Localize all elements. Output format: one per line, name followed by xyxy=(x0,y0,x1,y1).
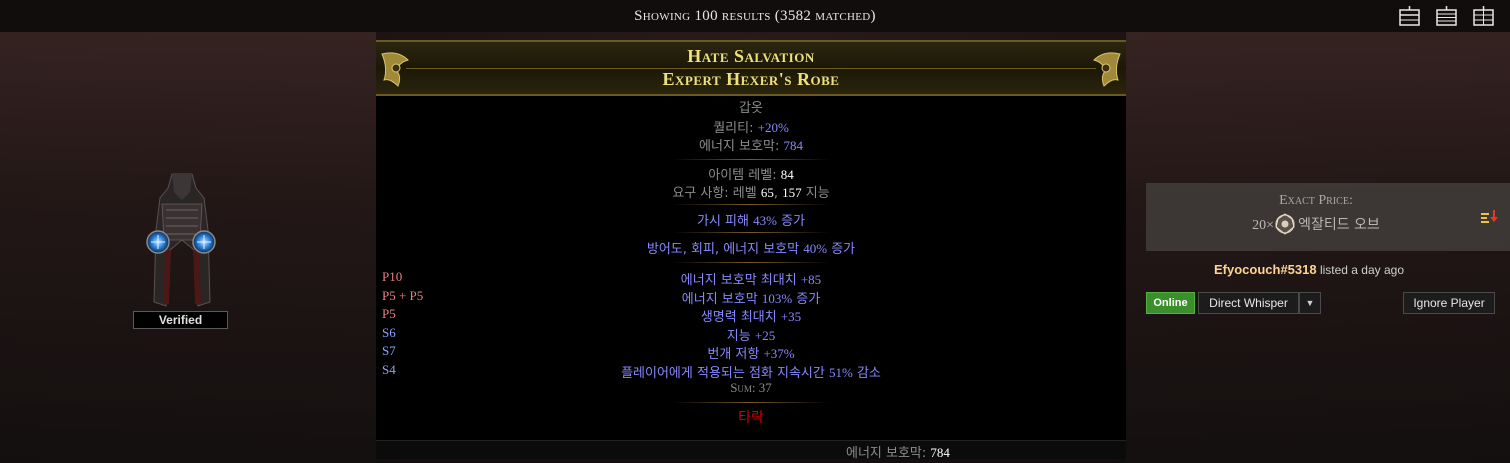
online-status-badge: Online xyxy=(1146,292,1195,314)
item-footer: 에너지 보호막: 784 xyxy=(376,440,1126,461)
implicit-mod: 가시 피해 43% 증가 xyxy=(696,213,805,229)
verified-badge: Verified xyxy=(133,311,228,329)
layout-columns-icon[interactable] xyxy=(1473,6,1494,26)
explicit-mod: 생명력 최대치 +35 xyxy=(700,309,802,325)
energy-shield-line: 에너지 보호막: 784 xyxy=(699,138,803,154)
price-box: Exact Price: 20× 엑잘티드 오브 xyxy=(1146,183,1510,251)
whisper-options-dropdown[interactable]: ▼ xyxy=(1299,292,1321,314)
results-count: Showing 100 results (3582 matched) xyxy=(634,7,876,24)
price-currency: 엑잘티드 오브 xyxy=(1298,217,1380,233)
item-level-value: 84 xyxy=(780,167,794,182)
req-level-value: 65 xyxy=(760,185,774,200)
item-level-line: 아이템 레벨: 84 xyxy=(708,167,794,183)
explicit-mod: 번개 저항 +37% xyxy=(707,346,795,362)
price-amount: 20× xyxy=(1252,218,1275,233)
explicit-mod: 지능 +25 xyxy=(726,327,776,344)
item-tooltip: Hate Salvation Expert Hexer's Robe 갑옷 퀄리… xyxy=(376,40,1126,461)
separator xyxy=(672,159,830,160)
explicit-mod: 에너지 보호막 103% 증가 xyxy=(681,290,821,307)
separator xyxy=(672,204,830,205)
req-int-value: 157 xyxy=(782,185,802,200)
separator xyxy=(672,232,830,233)
item-base-type: Expert Hexer's Robe xyxy=(662,69,840,89)
direct-whisper-button[interactable]: Direct Whisper xyxy=(1198,292,1299,314)
item-name: Hate Salvation xyxy=(687,46,815,66)
energy-shield-value: 784 xyxy=(783,138,803,153)
quality-value: +20% xyxy=(757,120,789,135)
layout-compact-icon[interactable] xyxy=(1436,6,1457,26)
layout-list-icon[interactable] xyxy=(1399,6,1420,26)
layout-toggle-group xyxy=(1399,6,1494,26)
explicit-mod: 에너지 보호막 최대치 +85 xyxy=(680,272,822,288)
price-line: 20× 엑잘티드 오브 xyxy=(1146,213,1486,235)
listed-time: listed a day ago xyxy=(1319,263,1405,277)
sum-line: Sum: 37 xyxy=(730,380,772,395)
ignore-player-button[interactable]: Ignore Player xyxy=(1403,292,1495,314)
seller-info: Efyocouch#5318 listed a day ago xyxy=(1214,262,1404,277)
exalted-orb-icon xyxy=(1275,213,1295,235)
corrupted-label: 타락 xyxy=(738,410,764,426)
separator xyxy=(672,262,830,263)
robe-item-icon[interactable] xyxy=(138,170,226,310)
price-label: Exact Price: xyxy=(1279,193,1353,208)
quality-line: 퀄리티: +20% xyxy=(713,120,789,136)
seller-account[interactable]: Efyocouch#5318 xyxy=(1214,262,1317,277)
enchant-mod: 방어도, 회피, 에너지 보호막 40% 증가 xyxy=(646,241,856,257)
results-bar: Showing 100 results (3582 matched) xyxy=(0,0,1510,32)
item-header: Hate Salvation Expert Hexer's Robe xyxy=(376,40,1126,96)
explicit-mod: 플레이어에게 적용되는 점화 지속시간 51% 감소 xyxy=(621,364,881,381)
footer-energy-shield: 에너지 보호막: 784 xyxy=(846,445,950,461)
requirements-line: 요구 사항: 레벨 65, 157 지능 xyxy=(672,185,830,201)
item-category: 갑옷 xyxy=(739,101,763,116)
separator xyxy=(672,402,830,403)
sort-descending-icon[interactable] xyxy=(1480,209,1498,227)
